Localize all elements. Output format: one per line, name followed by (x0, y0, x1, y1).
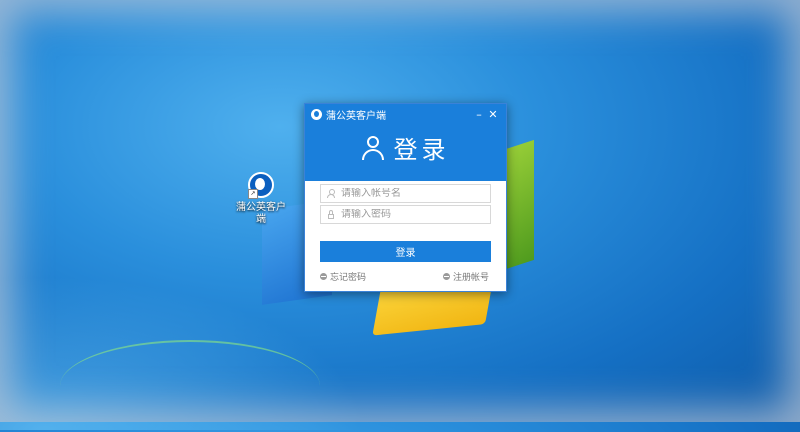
close-button[interactable]: ✕ (486, 108, 500, 121)
account-input[interactable] (341, 188, 490, 199)
forgot-password-label: 忘记密码 (330, 273, 367, 283)
register-account-link[interactable]: 注册帐号 (443, 270, 489, 283)
login-heading: 登录 (305, 130, 506, 165)
shortcut-arrow-icon: ↗ (248, 189, 258, 199)
user-icon (361, 135, 384, 160)
user-icon (321, 189, 341, 198)
account-field[interactable] (320, 184, 491, 203)
wallpaper-grass (60, 340, 320, 432)
lock-icon (321, 210, 341, 219)
desktop-shortcut-label: 蒲公英客户端 (236, 202, 286, 225)
minus-circle-icon (443, 273, 450, 280)
login-heading-text: 登录 (393, 136, 450, 164)
dialog-title: 蒲公英客户端 (326, 110, 386, 122)
password-field[interactable] (320, 205, 491, 224)
dandelion-app-icon (311, 108, 322, 120)
dialog-titlebar[interactable]: 蒲公英客户端 – ✕ (305, 104, 506, 124)
login-dialog: 蒲公英客户端 – ✕ 登录 登录 忘记密码 注册帐号 (304, 103, 507, 292)
dialog-header: 蒲公英客户端 – ✕ 登录 (305, 104, 506, 181)
minimize-button[interactable]: – (472, 108, 486, 121)
password-input[interactable] (341, 209, 490, 220)
help-circle-icon (320, 273, 327, 280)
login-button[interactable]: 登录 (320, 241, 491, 262)
register-account-label: 注册帐号 (453, 273, 490, 283)
forgot-password-link[interactable]: 忘记密码 (320, 270, 366, 283)
desktop-shortcut-client[interactable]: ↗ 蒲公英客户端 (236, 172, 286, 226)
